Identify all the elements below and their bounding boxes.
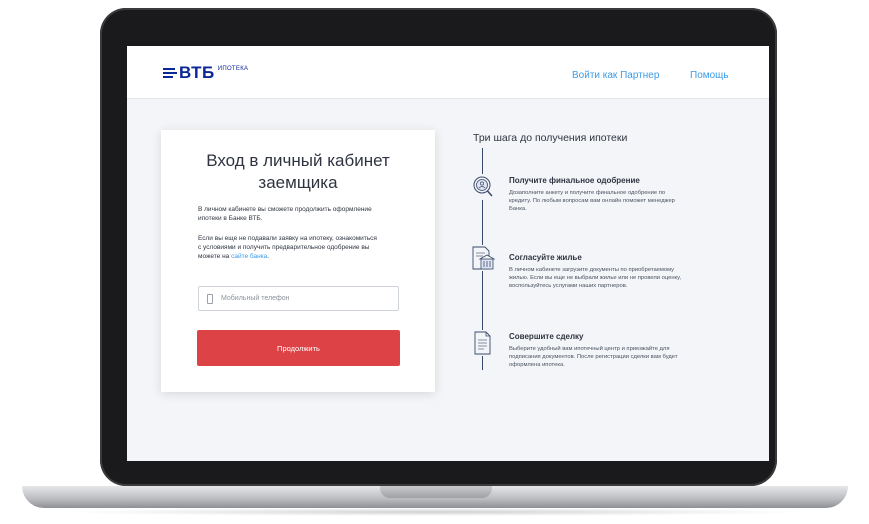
login-title: Вход в личный кабинет заемщика: [206, 151, 390, 192]
laptop-notch: [380, 486, 492, 498]
logo-stripes-icon: [163, 68, 177, 78]
step-3-title: Совершите сделку: [509, 332, 584, 341]
login-card: Вход в личный кабинет заемщика В личном …: [161, 130, 435, 392]
step-1-title: Получите финальное одобрение: [509, 176, 640, 185]
step-1-desc: Дозаполните анкету и получите финальное …: [509, 190, 675, 212]
document-icon: [470, 330, 496, 356]
step-3-desc: Выберите удобный вам ипотечный центр и п…: [509, 346, 678, 368]
vtb-logo[interactable]: ВТБ ИПОТЕКА: [163, 64, 248, 82]
steps-title: Три шага до получения ипотеки: [473, 132, 628, 144]
header: ВТБ ИПОТЕКА Войти как Партнер Помощь: [127, 46, 769, 99]
step-2-desc: В личном кабинете загрузите документы по…: [509, 267, 682, 289]
approval-search-icon: [470, 174, 496, 200]
step-2-title: Согласуйте жилье: [509, 253, 582, 262]
partner-login-link[interactable]: Войти как Партнер: [572, 70, 659, 81]
logo-subtitle: ИПОТЕКА: [217, 66, 249, 72]
screen: ВТБ ИПОТЕКА Войти как Партнер Помощь Вхо…: [127, 46, 769, 461]
logo-text: ВТБ: [179, 63, 215, 82]
help-link[interactable]: Помощь: [690, 70, 729, 81]
bank-site-link[interactable]: сайте банка: [231, 253, 267, 260]
phone-icon: [207, 294, 213, 304]
continue-button[interactable]: Продолжить: [197, 330, 400, 366]
laptop-shadow: [60, 508, 810, 516]
phone-input[interactable]: Мобильный телефон: [198, 286, 399, 311]
phone-placeholder: Мобильный телефон: [221, 295, 290, 302]
login-info-text: Если вы еще не подавали заявку на ипотек…: [198, 235, 377, 260]
login-intro-text: В личном кабинете вы сможете продолжить …: [198, 206, 372, 222]
document-bank-icon: [470, 245, 496, 271]
